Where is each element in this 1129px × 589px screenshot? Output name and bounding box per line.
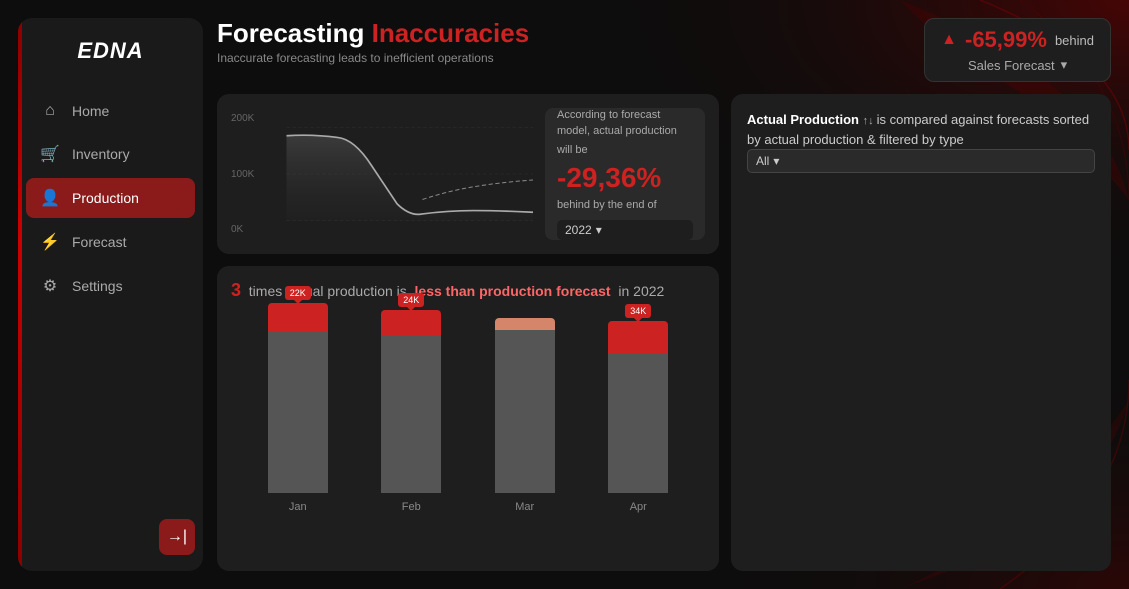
bar-label-jan: 22K: [285, 286, 311, 300]
bar-month-mar: Mar: [515, 501, 534, 513]
bar-main-apr: [608, 354, 668, 493]
sidebar-label-forecast: Forecast: [72, 234, 126, 250]
sidebar-label-home: Home: [72, 103, 109, 119]
bar-group-jan: 22K Jan: [251, 286, 345, 513]
line-chart-svg: [231, 108, 533, 240]
alert-triangle-icon: ▲: [941, 31, 957, 49]
badge-behind-text: behind: [1055, 33, 1094, 48]
chevron-down-icon-2: ▾: [596, 223, 602, 237]
bar-month-apr: Apr: [630, 501, 647, 513]
bar-stack-mar: [495, 318, 555, 493]
main-container: EDNA ⌂ Home 🛒 Inventory 👤 Production ⚡ F…: [0, 0, 1129, 589]
bar-stack-apr: [608, 321, 668, 493]
bar-top-jan: [268, 303, 328, 331]
top-chart-panel: 200K 100K 0K: [217, 94, 719, 254]
bar-stack-feb: [381, 310, 441, 493]
bar-label-feb: 24K: [398, 293, 424, 307]
bar-group-apr: 34K Apr: [592, 304, 686, 513]
badge-top: ▲ -65,99% behind: [941, 27, 1094, 53]
bar-label-apr: 34K: [625, 304, 651, 318]
sidebar-label-inventory: Inventory: [72, 146, 130, 162]
sidebar-label-production: Production: [72, 190, 139, 206]
title-static: Forecasting: [217, 18, 364, 48]
sort-icon: ↑↓: [863, 115, 877, 127]
production-icon: 👤: [40, 188, 60, 208]
sidebar-item-production[interactable]: 👤 Production: [26, 178, 195, 218]
sidebar-item-inventory[interactable]: 🛒 Inventory: [26, 134, 195, 174]
sidebar: EDNA ⌂ Home 🛒 Inventory 👤 Production ⚡ F…: [18, 18, 203, 571]
bar-main-feb: [381, 336, 441, 493]
sidebar-item-home[interactable]: ⌂ Home: [26, 92, 195, 130]
bar-wrapper-feb: 24K: [381, 293, 441, 493]
bar-main-jan: [268, 331, 328, 493]
bar-top-apr: [608, 321, 668, 354]
left-panels: 200K 100K 0K: [217, 94, 719, 571]
bar-month-jan: Jan: [289, 501, 307, 513]
bar-wrapper-jan: 22K: [268, 286, 328, 493]
sidebar-accent-bar: [18, 18, 22, 571]
forecast-icon: ⚡: [40, 232, 60, 252]
page-title-area: Forecasting Inaccuracies Inaccurate fore…: [217, 18, 529, 65]
sidebar-logo: EDNA: [18, 38, 203, 64]
y-label-0k: 0K: [231, 224, 254, 235]
settings-icon: ⚙: [40, 276, 60, 296]
bar-wrapper-apr: 34K: [608, 304, 668, 493]
y-label-100k: 100K: [231, 169, 254, 180]
home-icon: ⌂: [40, 102, 60, 120]
main-content: Forecasting Inaccuracies Inaccurate fore…: [217, 18, 1111, 571]
line-chart-area: 200K 100K 0K: [231, 108, 533, 240]
sidebar-bottom: →|: [18, 519, 203, 555]
bottom-chart-panel: 3 times actual production is less than p…: [217, 266, 719, 571]
badge-dropdown[interactable]: Sales Forecast ▾: [968, 57, 1067, 73]
y-label-200k: 200K: [231, 113, 254, 124]
page-subtitle: Inaccurate forecasting leads to ineffici…: [217, 51, 529, 65]
bar-group-feb: 24K Feb: [365, 293, 459, 513]
chart-info-box: According to forecast model, actual prod…: [545, 108, 705, 240]
bar-top-feb: [381, 310, 441, 336]
bar-stack-jan: [268, 303, 328, 493]
bar-month-feb: Feb: [402, 501, 421, 513]
logout-button[interactable]: →|: [159, 519, 195, 555]
title-highlight: Inaccuracies: [372, 18, 530, 48]
year-dropdown-label: 2022: [565, 223, 592, 237]
info-text-line2: will be: [557, 143, 693, 158]
panels-row: 200K 100K 0K: [217, 94, 1111, 571]
badge-dropdown-label: Sales Forecast: [968, 58, 1055, 73]
filter-type-label: All: [756, 152, 769, 170]
chevron-down-icon: ▾: [1061, 57, 1068, 73]
bar-chart-text2: in 2022: [618, 283, 664, 299]
year-dropdown[interactable]: 2022 ▾: [557, 220, 693, 240]
bar-main-mar: [495, 330, 555, 493]
right-panel: Actual Production ↑↓ is compared against…: [731, 94, 1111, 571]
header-badge: ▲ -65,99% behind Sales Forecast ▾: [924, 18, 1111, 82]
y-axis-labels: 200K 100K 0K: [231, 108, 254, 240]
filter-type-dropdown[interactable]: All ▾: [747, 149, 1095, 173]
info-percentage: -29,36%: [557, 162, 693, 194]
bar-chart-container: 22K Jan 24K: [231, 313, 705, 513]
sidebar-nav: ⌂ Home 🛒 Inventory 👤 Production ⚡ Foreca…: [18, 92, 203, 306]
info-text-line1: According to forecast model, actual prod…: [557, 108, 693, 139]
badge-percentage: -65,99%: [965, 27, 1047, 53]
inventory-icon: 🛒: [40, 144, 60, 164]
info-text-line3: behind by the end of: [557, 198, 693, 213]
right-panel-header: Actual Production ↑↓ is compared against…: [747, 110, 1095, 173]
bar-wrapper-mar: [495, 308, 555, 493]
bar-top-mar: [495, 318, 555, 330]
header-row: Forecasting Inaccuracies Inaccurate fore…: [217, 18, 1111, 82]
chevron-down-icon-3: ▾: [773, 152, 779, 170]
bar-group-mar: Mar: [478, 308, 572, 513]
sidebar-item-settings[interactable]: ⚙ Settings: [26, 266, 195, 306]
actual-production-label: Actual Production: [747, 112, 859, 127]
sidebar-item-forecast[interactable]: ⚡ Forecast: [26, 222, 195, 262]
bar-chart-num: 3: [231, 280, 241, 300]
page-title: Forecasting Inaccuracies: [217, 18, 529, 49]
sidebar-label-settings: Settings: [72, 278, 123, 294]
